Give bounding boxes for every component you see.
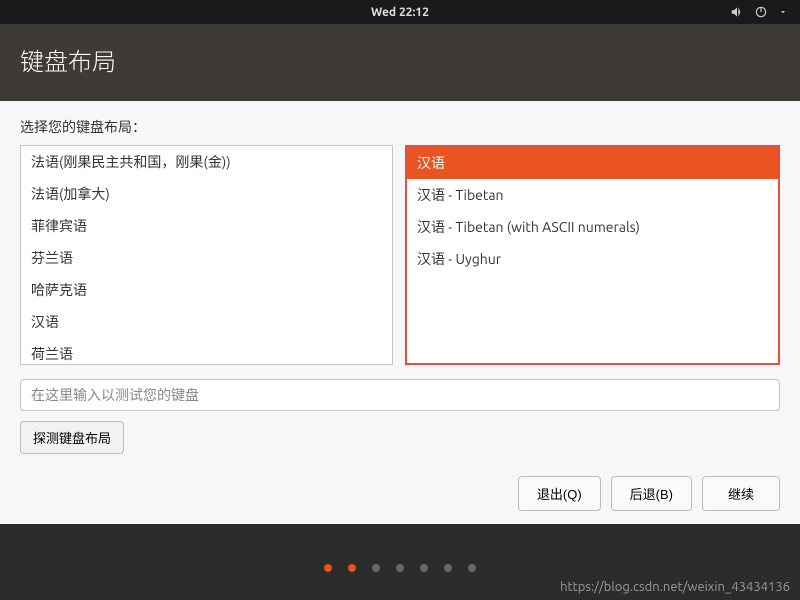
list-item[interactable]: 芬兰语	[21, 242, 392, 274]
list-item[interactable]: 法语(加拿大)	[21, 178, 392, 210]
volume-icon[interactable]	[730, 5, 744, 19]
variant-list[interactable]: 汉语汉语 - Tibetan汉语 - Tibetan (with ASCII n…	[405, 145, 780, 365]
progress-dots	[0, 564, 800, 572]
installer-window: 键盘布局 选择您的键盘布局： 法语(刚果民主共和国，刚果(金))法语(加拿大)菲…	[0, 24, 800, 524]
list-item[interactable]: 汉语 - Tibetan	[407, 179, 778, 211]
layout-lists: 法语(刚果民主共和国，刚果(金))法语(加拿大)菲律宾语芬兰语哈萨克语汉语荷兰语…	[20, 145, 780, 365]
language-list[interactable]: 法语(刚果民主共和国，刚果(金))法语(加拿大)菲律宾语芬兰语哈萨克语汉语荷兰语…	[20, 145, 393, 365]
list-item[interactable]: 法语(刚果民主共和国，刚果(金))	[21, 146, 392, 178]
list-item[interactable]: 菲律宾语	[21, 210, 392, 242]
quit-button[interactable]: 退出(Q)	[518, 476, 601, 511]
progress-dot	[468, 564, 476, 572]
detect-layout-button[interactable]: 探测键盘布局	[20, 421, 124, 454]
back-button[interactable]: 后退(B)	[611, 476, 692, 511]
progress-dot	[348, 564, 356, 572]
progress-dot	[444, 564, 452, 572]
list-item[interactable]: 汉语	[407, 147, 778, 179]
keyboard-test-input[interactable]	[20, 379, 780, 411]
power-icon[interactable]	[754, 5, 768, 19]
continue-button[interactable]: 继续	[702, 476, 780, 511]
prompt-label: 选择您的键盘布局：	[20, 117, 780, 137]
list-item[interactable]: 哈萨克语	[21, 274, 392, 306]
progress-dot	[396, 564, 404, 572]
content-area: 选择您的键盘布局： 法语(刚果民主共和国，刚果(金))法语(加拿大)菲律宾语芬兰…	[0, 101, 800, 466]
list-item[interactable]: 荷兰语	[21, 338, 392, 365]
progress-dot	[420, 564, 428, 572]
page-title: 键盘布局	[0, 24, 800, 101]
chevron-down-icon[interactable]	[778, 7, 788, 17]
top-panel: Wed 22:12	[0, 0, 800, 24]
watermark-label: https://blog.csdn.net/weixin_43434136	[560, 580, 790, 594]
system-indicators	[730, 5, 788, 19]
list-item[interactable]: 汉语 - Uyghur	[407, 243, 778, 275]
list-item[interactable]: 汉语	[21, 306, 392, 338]
list-item[interactable]: 汉语 - Tibetan (with ASCII numerals)	[407, 211, 778, 243]
clock-label: Wed 22:12	[371, 6, 429, 19]
footer-buttons: 退出(Q) 后退(B) 继续	[0, 466, 800, 525]
progress-dot	[372, 564, 380, 572]
progress-dot	[324, 564, 332, 572]
